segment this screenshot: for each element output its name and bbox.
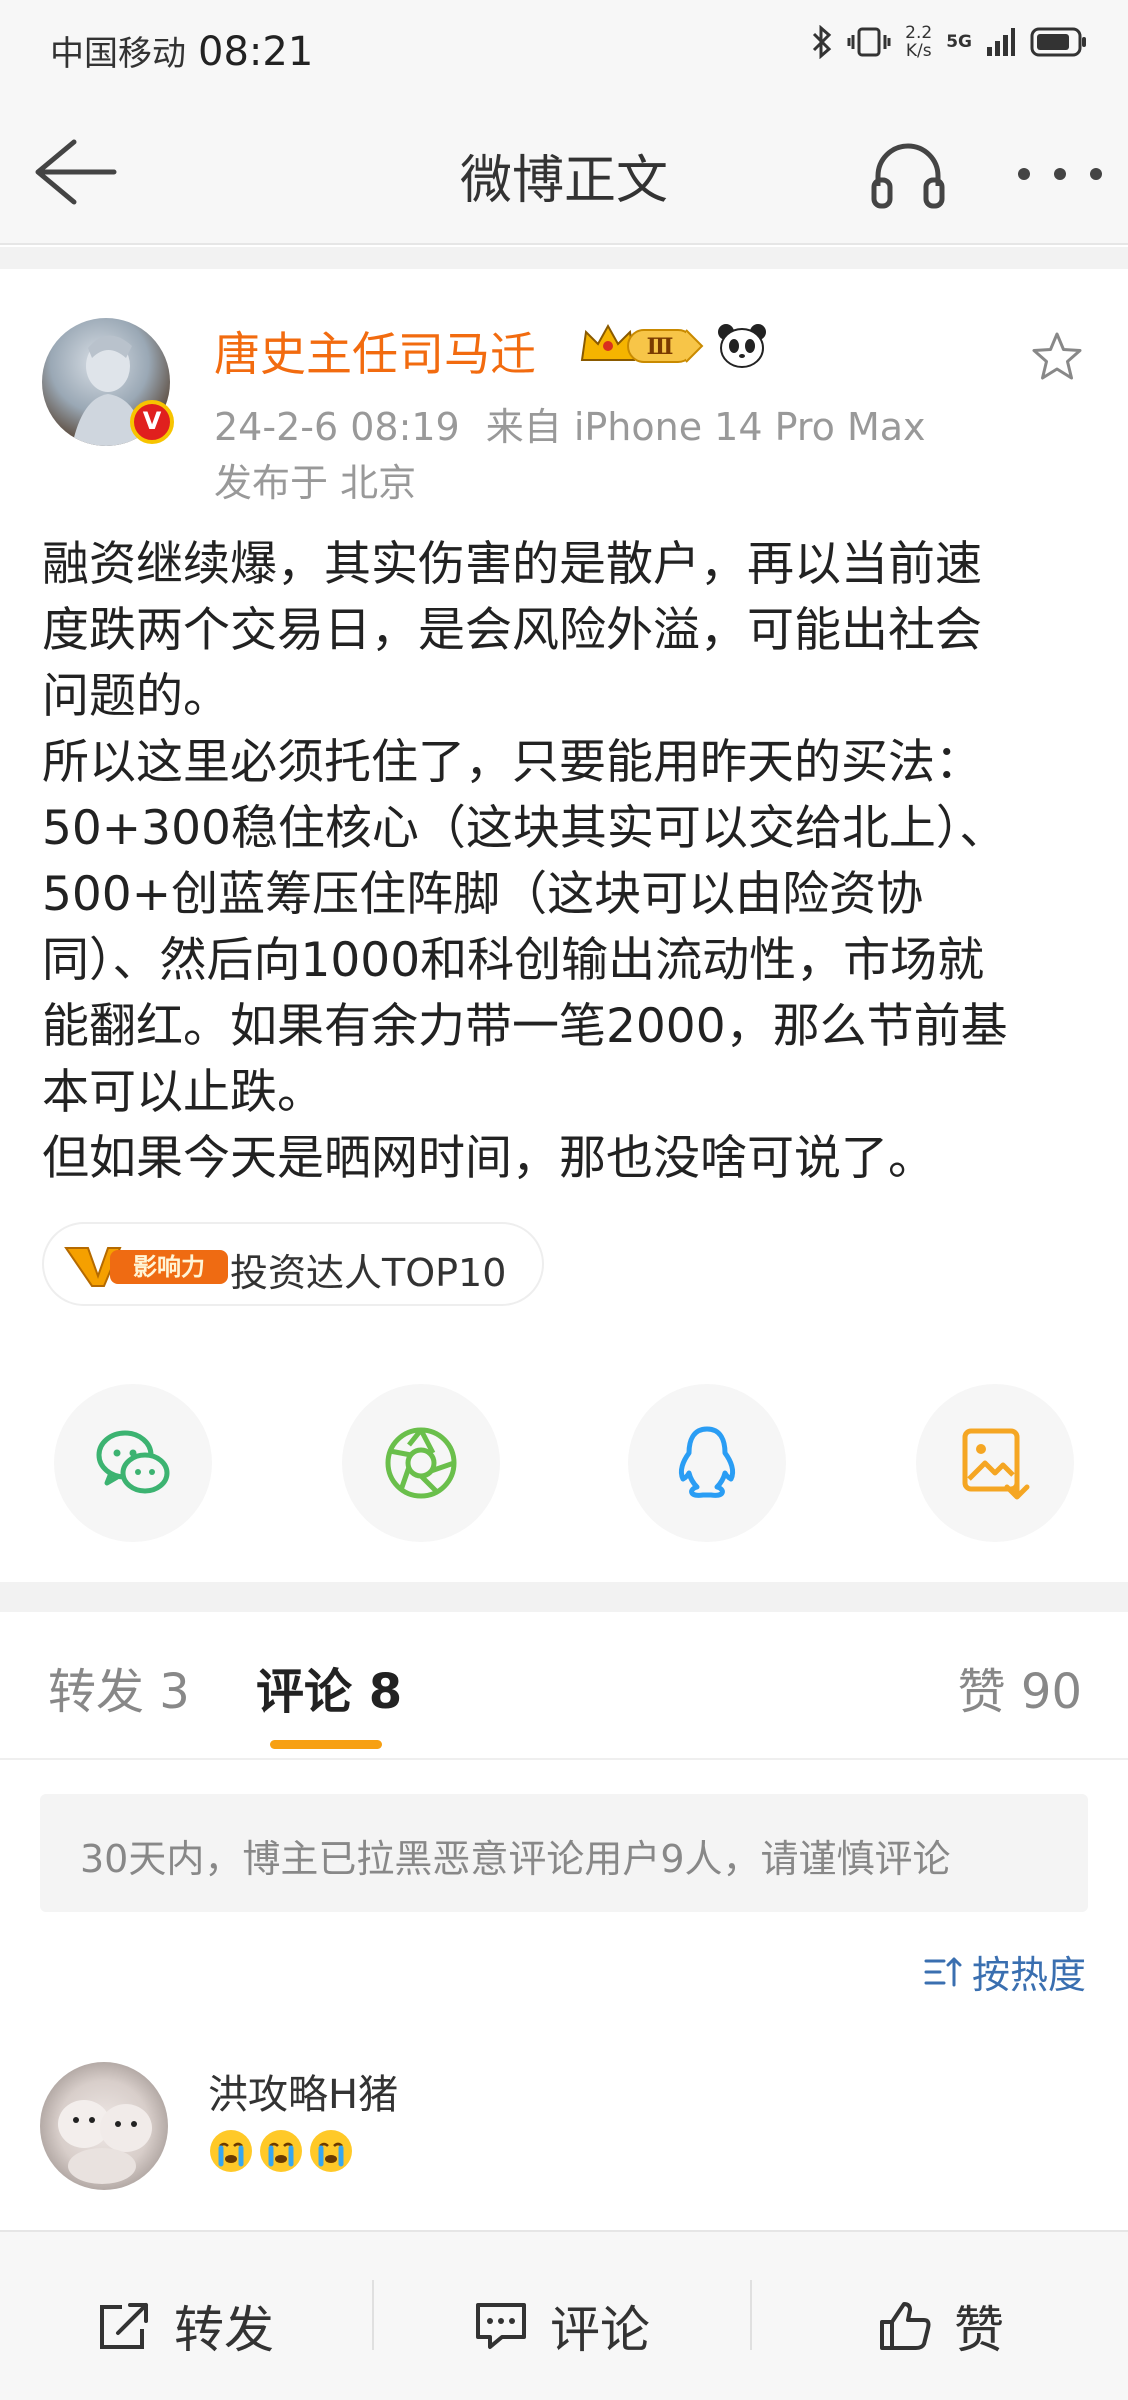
thumbs-up-icon xyxy=(880,2302,931,2350)
comment-notice: 30天内，博主已拉黑恶意评论用户9人，请谨慎评论 xyxy=(40,1794,1088,1912)
aperture-icon xyxy=(385,1427,457,1499)
post-line: 问题的。 xyxy=(42,669,230,724)
status-icons: 2.2 K/s 5G xyxy=(811,24,1088,60)
avatar-plush-image xyxy=(58,2100,152,2184)
network-type: 5G xyxy=(946,33,972,51)
post-line: 度跌两个交易日，是会风险外溢，可能出社会 xyxy=(42,603,982,658)
net-speed-value: 2.2 xyxy=(905,23,933,43)
carrier-name: 中国移动 xyxy=(50,34,186,74)
qq-penguin-icon xyxy=(678,1426,736,1498)
post-line: 本可以止跌。 xyxy=(42,1065,324,1120)
network-label: 5G xyxy=(946,32,972,52)
post-line: 500+创蓝筹压住阵脚（这块可以由险资协 xyxy=(42,867,924,922)
vibrate-icon xyxy=(847,27,891,57)
comment-label: 评论 xyxy=(550,2301,650,2359)
cry-emoji-icon xyxy=(210,2130,252,2172)
post-line: 融资继续爆，其实伤害的是散户，再以当前速 xyxy=(42,537,982,592)
post-line: 50+300稳住核心（这块其实可以交给北上）、 xyxy=(42,801,1007,856)
nav-bar: 微博正文 xyxy=(0,100,1128,245)
comment-button[interactable]: 评论 xyxy=(472,2290,650,2362)
share-wechat-button[interactable] xyxy=(54,1384,212,1542)
post-meta: 24-2-6 08:19 来自 iPhone 14 Pro Max xyxy=(214,396,926,451)
crown-level-icon[interactable]: Ⅲ xyxy=(578,320,704,370)
signal-icon xyxy=(987,28,1015,56)
repost-button[interactable]: 转发 xyxy=(96,2290,274,2362)
comment-content xyxy=(208,2128,354,2174)
net-speed-unit: K/s xyxy=(905,41,932,61)
post-line: 同）、然后向1000和科创输出流动性，市场就 xyxy=(42,933,985,988)
notice-text: 30天内，博主已拉黑恶意评论用户9人，请谨慎评论 xyxy=(80,1837,951,1881)
share-save-image-button[interactable] xyxy=(916,1384,1074,1542)
tab-like[interactable]: 赞 90 xyxy=(958,1652,1082,1722)
influence-badge-text: 影响力 xyxy=(133,1253,205,1281)
share-qq-button[interactable] xyxy=(628,1384,786,1542)
status-carrier-time: 中国移动 08:21 xyxy=(50,26,313,75)
commenter-avatar[interactable] xyxy=(40,2062,168,2190)
wechat-icon xyxy=(96,1430,170,1494)
verified-badge: V xyxy=(130,400,174,444)
active-tab-indicator xyxy=(270,1740,382,1749)
cry-emoji-icon xyxy=(310,2130,352,2172)
bottom-action-bar: 转发 评论 赞 xyxy=(0,2230,1128,2400)
comment-icon xyxy=(476,2303,526,2349)
share-moments-button[interactable] xyxy=(342,1384,500,1542)
tab-repost[interactable]: 转发 3 xyxy=(48,1652,190,1722)
panda-icon xyxy=(718,324,766,368)
sort-icon xyxy=(924,1957,962,1986)
status-time: 08:21 xyxy=(198,29,314,75)
repost-label: 转发 xyxy=(174,2301,274,2359)
bluetooth-icon xyxy=(813,25,832,59)
post-location: 发布于 北京 xyxy=(214,461,417,505)
bottom-divider xyxy=(372,2280,374,2350)
page-title-wrap: 微博正文 xyxy=(0,138,1128,213)
post-source: 来自 iPhone 14 Pro Max xyxy=(485,405,926,449)
post-line: 能翻红。如果有余力带一笔2000，那么节前基 xyxy=(42,999,1008,1054)
bottom-divider xyxy=(750,2280,752,2350)
level-numeral: Ⅲ xyxy=(647,334,674,360)
weibo-post-screen: 中国移动 08:21 2.2 K/s 5G 微博正文 V 唐史主任司马迁 Ⅲ 2… xyxy=(0,0,1128,2400)
post-line: 所以这里必须托住了，只要能用昨天的买法： xyxy=(42,735,982,790)
repost-icon xyxy=(100,2303,148,2349)
author-name[interactable]: 唐史主任司马迁 xyxy=(214,318,536,384)
back-arrow-icon[interactable] xyxy=(30,132,120,212)
cry-emoji-icon xyxy=(260,2130,302,2172)
tab-comment[interactable]: 评论 8 xyxy=(256,1652,402,1722)
more-dots-icon[interactable] xyxy=(1010,146,1110,202)
influence-label: 投资达人TOP10 xyxy=(230,1251,507,1295)
battery-icon xyxy=(1030,27,1086,57)
influence-tag[interactable]: 影响力 投资达人TOP10 xyxy=(42,1222,544,1306)
like-label: 赞 xyxy=(954,2301,1004,2359)
page-title: 微博正文 xyxy=(459,151,668,211)
post-body: 融资继续爆，其实伤害的是散户，再以当前速 度跌两个交易日，是会风险外溢，可能出社… xyxy=(42,532,1102,1192)
sort-label: 按热度 xyxy=(971,1953,1086,1997)
influence-badge-icon: 影响力 xyxy=(64,1247,228,1287)
verified-mark: V xyxy=(142,407,162,435)
net-speed: 2.2 K/s xyxy=(905,24,932,60)
post-date: 24-2-6 08:19 xyxy=(214,405,460,449)
favorite-star-icon[interactable] xyxy=(1030,330,1084,384)
like-button[interactable]: 赞 xyxy=(876,2290,1004,2362)
status-bar: 中国移动 08:21 2.2 K/s 5G xyxy=(0,0,1128,100)
save-image-icon xyxy=(962,1428,1030,1500)
commenter-name[interactable]: 洪攻略H猪 xyxy=(208,2062,398,2120)
header-separator xyxy=(0,247,1128,269)
tabs-divider xyxy=(0,1758,1128,1760)
sort-by-hot-button[interactable]: 按热度 xyxy=(924,1944,1086,1999)
section-separator xyxy=(0,1582,1128,1612)
post-line: 但如果今天是晒网时间，那也没啥可说了。 xyxy=(42,1131,935,1186)
headset-icon[interactable] xyxy=(868,136,948,212)
